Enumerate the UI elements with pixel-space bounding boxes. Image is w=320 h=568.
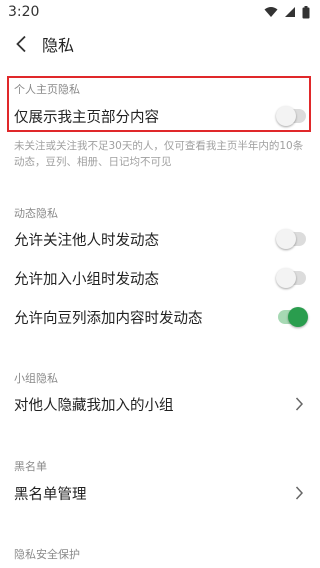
toggle-knob [276, 106, 296, 126]
battery-icon [302, 5, 310, 18]
row-label: 允许向豆列添加内容时发动态 [14, 310, 203, 327]
profile-note: 未关注或关注我不足30天的人，仅可查看我主页半年内的10条动态，豆列、相册、日记… [14, 140, 304, 168]
toggle-partial-profile[interactable] [276, 106, 306, 126]
nav-bar: 隐私 [0, 24, 320, 64]
status-bar: 3:20 [0, 0, 320, 24]
row-hide-groups[interactable]: 对他人隐藏我加入的小组 [0, 384, 320, 424]
page-title: 隐私 [42, 36, 75, 55]
toggle-doulist-activity[interactable] [278, 307, 308, 327]
chevron-right-icon [292, 396, 306, 412]
row-partial-profile[interactable]: 仅展示我主页部分内容 [0, 97, 320, 135]
row-label: 允许加入小组时发动态 [14, 271, 159, 288]
status-time: 3:20 [8, 4, 40, 20]
chevron-right-icon [292, 485, 306, 501]
section-label-security: 隐私安全保护 [14, 548, 80, 561]
chevron-left-icon [16, 35, 26, 53]
toggle-knob [276, 268, 296, 288]
toggle-group-activity[interactable] [276, 268, 306, 288]
toggle-follow-activity[interactable] [276, 229, 306, 249]
back-button[interactable] [10, 29, 32, 59]
row-doulist-activity[interactable]: 允许向豆列添加内容时发动态 [0, 297, 320, 337]
row-follow-activity[interactable]: 允许关注他人时发动态 [0, 219, 320, 259]
section-label-blacklist: 黑名单 [14, 460, 47, 473]
row-label: 允许关注他人时发动态 [14, 232, 159, 249]
status-icons [264, 5, 310, 19]
row-group-activity[interactable]: 允许加入小组时发动态 [0, 258, 320, 298]
toggle-knob [276, 229, 296, 249]
wifi-icon [264, 7, 278, 17]
row-label: 黑名单管理 [14, 486, 87, 503]
section-label-profile: 个人主页隐私 [14, 83, 80, 96]
row-label: 仅展示我主页部分内容 [14, 109, 159, 126]
toggle-knob [288, 307, 308, 327]
row-blacklist-manage[interactable]: 黑名单管理 [0, 473, 320, 513]
row-label: 对他人隐藏我加入的小组 [14, 397, 174, 414]
signal-icon [285, 7, 295, 17]
